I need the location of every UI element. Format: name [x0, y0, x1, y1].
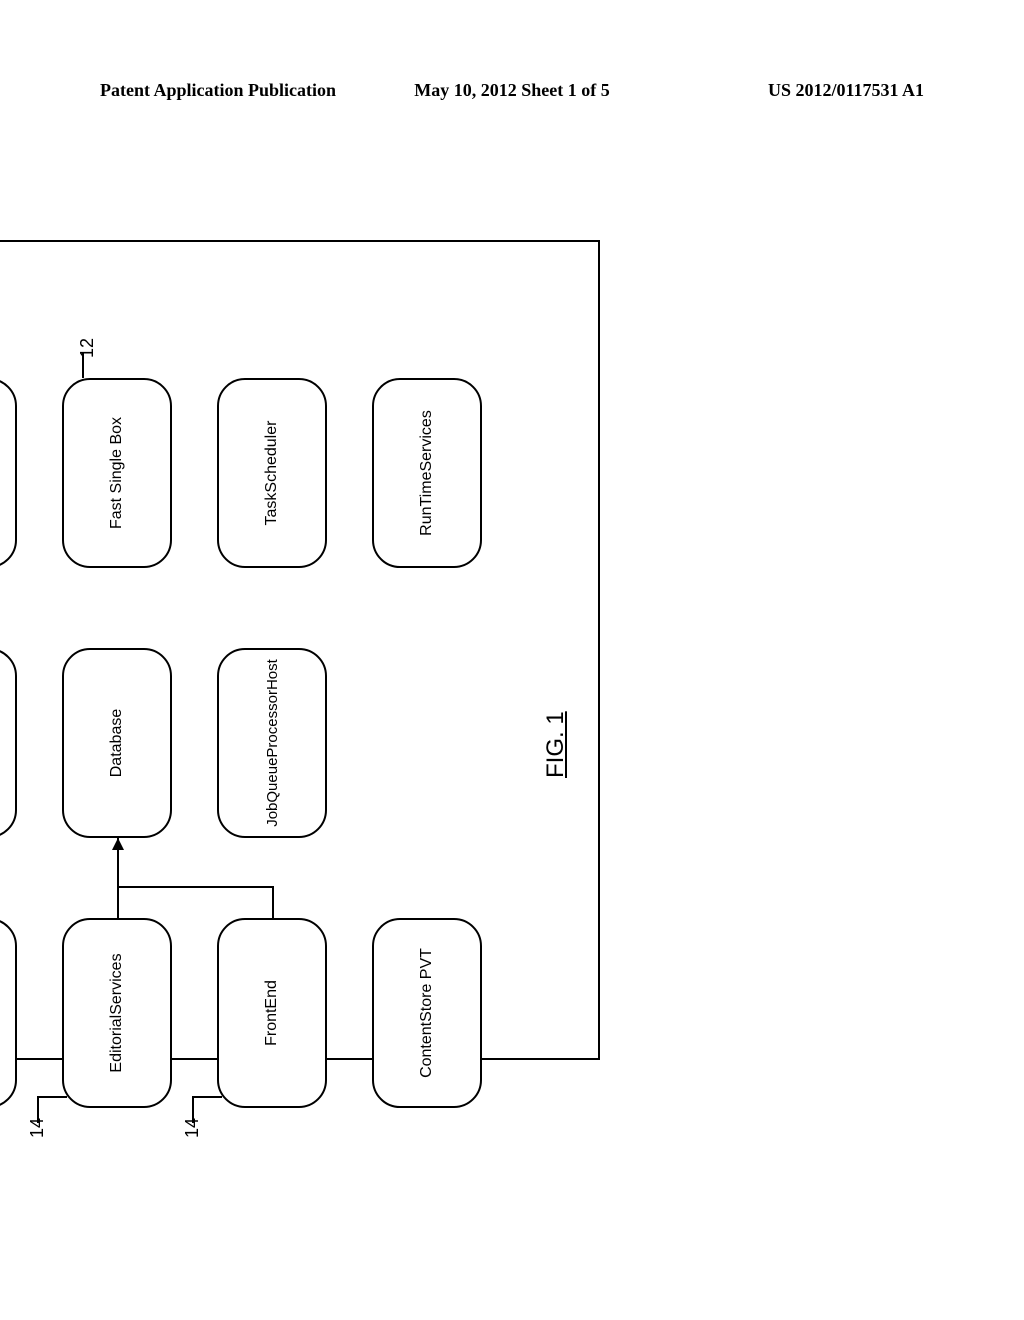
figure-1-diagram: ImageResizer Transformation FeedWebServi…: [50, 330, 870, 970]
component-database: Database: [62, 648, 172, 838]
leader-line-14b-v: [192, 1096, 222, 1098]
reference-numeral-14: 14: [27, 1118, 48, 1138]
header-publication-number: US 2012/0117531 A1: [649, 80, 924, 101]
component-label: TaskScheduler: [263, 421, 281, 526]
system-boundary-box: ImageResizer Transformation FeedWebServi…: [0, 240, 600, 1060]
component-contentstorepvt: ContentStore PVT: [372, 918, 482, 1108]
component-jobqueueprocessorhost: JobQueueProcessorHost: [217, 648, 327, 838]
component-label: EditorialServices: [108, 953, 126, 1072]
figure-caption: FIG. 1: [542, 711, 570, 778]
header-publication-type: Patent Application Publication: [100, 80, 375, 101]
page-header: Patent Application Publication May 10, 2…: [0, 80, 1024, 101]
component-label: Database: [108, 709, 126, 778]
arrowhead-icon: [112, 838, 124, 850]
component-runtimeservices: RunTimeServices: [372, 378, 482, 568]
component-label: JobQueueProcessorHost: [264, 659, 281, 827]
reference-numeral-14: 14: [182, 1118, 203, 1138]
leader-line-14a-v: [37, 1096, 67, 1098]
component-fastsinglebox: Fast Single Box: [62, 378, 172, 568]
component-frontend: FrontEnd: [217, 918, 327, 1108]
connector-frontend-database-horizontal: [272, 886, 274, 918]
connector-frontend-database-vertical: [117, 886, 272, 888]
component-label: RunTimeServices: [418, 410, 436, 536]
component-taskscheduler: TaskScheduler: [217, 378, 327, 568]
component-feedwebservice: FeedWebService: [0, 378, 17, 568]
component-imageresizer: ImageResizer: [0, 918, 17, 1108]
reference-numeral-12: 12: [77, 338, 98, 358]
component-transformation: Transformation: [0, 648, 17, 838]
header-date-sheet: May 10, 2012 Sheet 1 of 5: [375, 80, 650, 101]
connector-editorialservices-database: [117, 838, 119, 918]
component-label: Fast Single Box: [108, 417, 126, 529]
component-label: FrontEnd: [263, 980, 281, 1046]
component-label: ContentStore PVT: [418, 948, 436, 1078]
component-editorialservices: EditorialServices: [62, 918, 172, 1108]
